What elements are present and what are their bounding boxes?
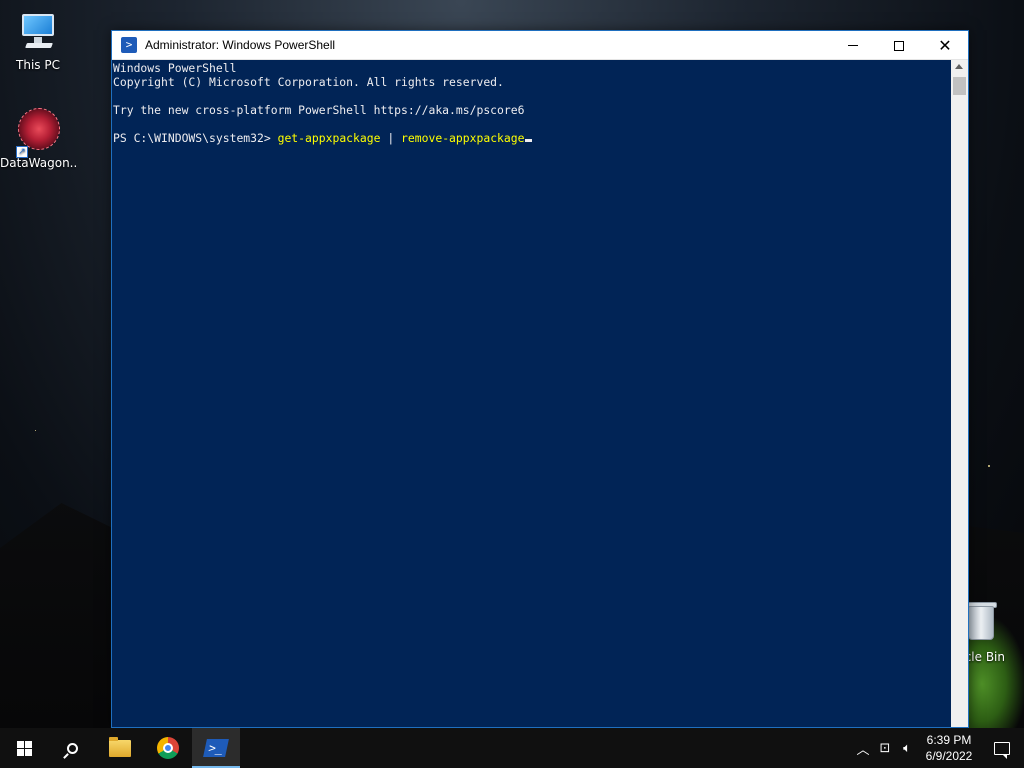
scroll-up-arrow-icon[interactable] [955,64,963,69]
powershell-icon: >_ [203,739,229,757]
vertical-scrollbar[interactable] [951,60,968,727]
star [35,430,36,431]
windows-logo-icon [16,740,32,756]
command-get-appxpackage: get-appxpackage [277,131,381,145]
minimize-button[interactable] [830,31,876,60]
action-center-button[interactable] [980,728,1024,768]
taskbar-file-explorer[interactable] [96,728,144,768]
console-prompt: PS C:\WINDOWS\system32> [113,131,278,145]
console-prompt-line[interactable]: PS C:\WINDOWS\system32> get-appxpackage … [113,131,951,145]
window-controls: ✕ [830,31,968,60]
window-titlebar[interactable]: > Administrator: Windows PowerShell ✕ [112,31,968,60]
close-button[interactable]: ✕ [922,31,968,60]
search-button[interactable] [48,728,96,768]
taskbar-powershell[interactable]: >_ [192,728,240,768]
text-cursor [524,139,532,142]
shortcut-arrow-icon: ↗ [16,146,28,158]
desktop-icon-label: DataWagon... [0,156,76,170]
desktop-icon-label: This PC [16,58,60,72]
star [988,465,990,467]
folder-icon [109,736,131,757]
taskbar: >_ ︿ ⊡ 🔈︎ 6:39 PM 6/9/2022 [0,728,1024,768]
system-tray: ︿ ⊡ 🔈︎ 6:39 PM 6/9/2022 [852,728,1024,768]
taskbar-chrome[interactable] [144,728,192,768]
chrome-icon [157,737,179,759]
volume-icon[interactable]: 🔈︎ [896,741,918,756]
minimize-icon [848,45,858,46]
close-icon: ✕ [938,36,952,55]
desktop-icon-datawagon[interactable]: ↗ DataWagon... [0,108,76,170]
desktop-icon-this-pc[interactable]: This PC [0,10,76,72]
powershell-icon: > [121,37,137,53]
clock-date: 6/9/2022 [925,749,973,763]
window-title: Administrator: Windows PowerShell [145,38,336,52]
start-button[interactable] [0,728,48,768]
console-line: Windows PowerShell [113,61,237,75]
datawagon-icon: ↗ [16,108,60,158]
powershell-window[interactable]: > Administrator: Windows PowerShell ✕ Wi… [111,30,969,728]
scrollbar-thumb[interactable] [953,77,966,95]
command-pipe: | [380,131,402,145]
console-line: Try the new cross-platform PowerShell ht… [113,103,525,117]
monitor-icon [16,10,60,54]
maximize-icon [894,40,904,51]
console-line: Copyright (C) Microsoft Corporation. All… [113,75,504,89]
network-icon[interactable]: ⊡ [874,741,896,756]
show-hidden-icons-chevron-icon[interactable]: ︿ [852,739,874,758]
maximize-button[interactable] [876,31,922,60]
clock[interactable]: 6:39 PM 6/9/2022 [918,732,980,764]
notification-icon [994,741,1010,759]
command-remove-appxpackage: remove-appxpackage [401,131,525,145]
search-icon [66,742,78,754]
console-output[interactable]: Windows PowerShell Copyright (C) Microso… [112,60,951,727]
clock-time: 6:39 PM [926,733,972,747]
